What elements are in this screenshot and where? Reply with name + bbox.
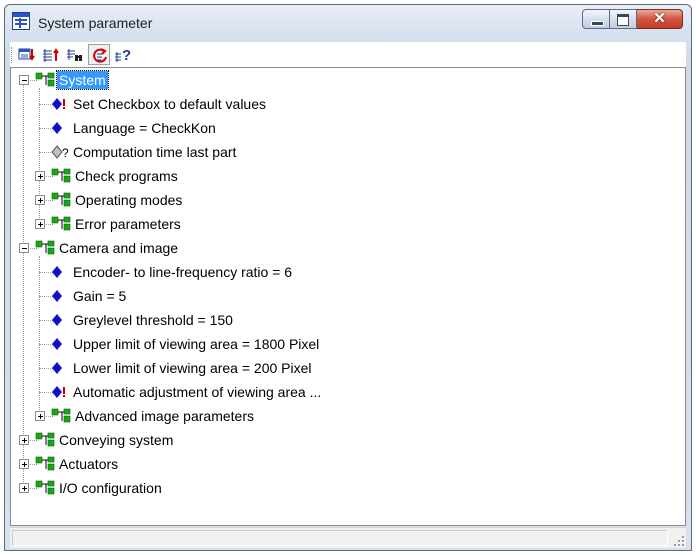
parameter-node-icon bbox=[51, 336, 73, 357]
save-to-device-icon bbox=[18, 48, 35, 61]
reset-icon bbox=[93, 48, 107, 63]
minimize-button[interactable] bbox=[582, 9, 610, 29]
tree-item-label[interactable]: Check programs bbox=[73, 167, 180, 185]
folder-node-icon bbox=[51, 192, 73, 213]
parameter-node-icon bbox=[51, 288, 73, 309]
tree-item-label[interactable]: System bbox=[56, 70, 109, 90]
tree-item-label[interactable]: Greylevel threshold = 150 bbox=[71, 311, 235, 329]
svg-text:?: ? bbox=[122, 47, 131, 64]
tree-item-conveying-system[interactable]: Conveying system bbox=[11, 428, 681, 452]
resize-grip[interactable] bbox=[672, 534, 684, 546]
tree-item-check-programs[interactable]: Check programs bbox=[11, 164, 681, 188]
tree-item-lower-limit-of-viewing-area-200-pixel[interactable]: Lower limit of viewing area = 200 Pixel bbox=[11, 356, 681, 380]
upload-button[interactable] bbox=[40, 44, 62, 65]
folder-node-icon bbox=[35, 72, 57, 93]
help-icon: ? bbox=[115, 47, 131, 64]
close-icon: ✕ bbox=[653, 10, 666, 27]
svg-text:?: ? bbox=[62, 146, 69, 160]
folder-node-icon bbox=[51, 216, 73, 237]
save-to-device-button[interactable] bbox=[16, 44, 38, 65]
tree-item-label[interactable]: Actuators bbox=[57, 455, 120, 473]
tree-item-camera-and-image[interactable]: Camera and image bbox=[11, 236, 681, 260]
toolbar-grip[interactable] bbox=[11, 47, 15, 63]
tree-item-gain-5[interactable]: Gain = 5 bbox=[11, 284, 681, 308]
app-icon[interactable] bbox=[12, 12, 30, 30]
folder-node-icon bbox=[35, 432, 57, 453]
status-bar bbox=[10, 527, 686, 548]
expand-toggle[interactable] bbox=[19, 483, 29, 493]
tree-item-label[interactable]: Computation time last part bbox=[71, 143, 238, 161]
find-icon bbox=[67, 49, 82, 61]
tree-item-label[interactable]: Encoder- to line-frequency ratio = 6 bbox=[71, 263, 294, 281]
tree-item-i-o-configuration[interactable]: I/O configuration bbox=[11, 476, 681, 500]
tree-item-greylevel-threshold-150[interactable]: Greylevel threshold = 150 bbox=[11, 308, 681, 332]
maximize-button[interactable] bbox=[610, 9, 637, 29]
parameter-node-icon bbox=[51, 312, 73, 333]
title-bar[interactable]: System parameter ✕ bbox=[5, 5, 691, 41]
tree-item-error-parameters[interactable]: Error parameters bbox=[11, 212, 681, 236]
tree-item-label[interactable]: Advanced image parameters bbox=[73, 407, 256, 425]
tree-item-label[interactable]: Automatic adjustment of viewing area ... bbox=[71, 383, 323, 401]
tree-view[interactable]: System Set Checkbox to default values Lang… bbox=[10, 67, 686, 526]
tree-item-actuators[interactable]: Actuators bbox=[11, 452, 681, 476]
tree-item-upper-limit-of-viewing-area-1800-pixel[interactable]: Upper limit of viewing area = 1800 Pixel bbox=[11, 332, 681, 356]
tree-item-system[interactable]: System bbox=[11, 68, 681, 92]
folder-node-icon bbox=[35, 480, 57, 501]
tree-item-operating-modes[interactable]: Operating modes bbox=[11, 188, 681, 212]
folder-node-icon bbox=[51, 168, 73, 189]
folder-node-icon bbox=[35, 456, 57, 477]
tree-item-encoder-to-line-frequency-ratio-6[interactable]: Encoder- to line-frequency ratio = 6 bbox=[11, 260, 681, 284]
folder-node-icon bbox=[51, 408, 73, 429]
toolbar: ? bbox=[10, 42, 686, 68]
tree-item-language-checkkon[interactable]: Language = CheckKon bbox=[11, 116, 681, 140]
collapse-toggle[interactable] bbox=[19, 243, 29, 253]
upload-icon bbox=[43, 48, 59, 62]
expand-toggle[interactable] bbox=[35, 195, 45, 205]
expand-toggle[interactable] bbox=[35, 219, 45, 229]
tree-item-computation-time-last-part[interactable]: ? Computation time last part bbox=[11, 140, 681, 164]
tree-item-label[interactable]: Gain = 5 bbox=[71, 287, 128, 305]
expand-toggle[interactable] bbox=[35, 171, 45, 181]
parameter-node-icon bbox=[51, 360, 73, 381]
tree-item-label[interactable]: Upper limit of viewing area = 1800 Pixel bbox=[71, 335, 321, 353]
tree-item-label[interactable]: Lower limit of viewing area = 200 Pixel bbox=[71, 359, 314, 377]
tree-item-label[interactable]: Operating modes bbox=[73, 191, 184, 209]
tree-item-label[interactable]: Language = CheckKon bbox=[71, 119, 218, 137]
status-pane bbox=[12, 530, 668, 546]
folder-node-icon bbox=[35, 240, 57, 261]
reset-button[interactable] bbox=[88, 44, 110, 65]
expand-toggle[interactable] bbox=[19, 435, 29, 445]
window-title: System parameter bbox=[38, 15, 153, 31]
find-button[interactable] bbox=[64, 44, 86, 65]
help-button[interactable]: ? bbox=[112, 44, 134, 65]
expand-toggle[interactable] bbox=[35, 411, 45, 421]
action-node-icon bbox=[51, 96, 73, 117]
parameter-node-icon bbox=[51, 120, 73, 141]
expand-toggle[interactable] bbox=[19, 459, 29, 469]
maximize-icon bbox=[617, 14, 629, 26]
tree-item-advanced-image-parameters[interactable]: Advanced image parameters bbox=[11, 404, 681, 428]
collapse-toggle[interactable] bbox=[19, 75, 29, 85]
close-button[interactable]: ✕ bbox=[637, 9, 683, 29]
tree-item-automatic-adjustment-of-viewing-area[interactable]: Automatic adjustment of viewing area ... bbox=[11, 380, 681, 404]
tree-item-set-checkbox-to-default-values[interactable]: Set Checkbox to default values bbox=[11, 92, 681, 116]
tree-item-label[interactable]: I/O configuration bbox=[57, 479, 164, 497]
system-parameter-window: System parameter ✕ ? System Set Checkbox… bbox=[4, 4, 692, 551]
tree-item-label[interactable]: Error parameters bbox=[73, 215, 183, 233]
tree-item-label[interactable]: Set Checkbox to default values bbox=[71, 95, 268, 113]
caption-buttons: ✕ bbox=[582, 9, 683, 31]
parameter-node-icon bbox=[51, 264, 73, 285]
tree-item-label[interactable]: Camera and image bbox=[57, 239, 180, 257]
readonly-node-icon: ? bbox=[51, 144, 73, 165]
tree-item-label[interactable]: Conveying system bbox=[57, 431, 175, 449]
minimize-icon bbox=[591, 21, 604, 26]
action-node-icon bbox=[51, 384, 73, 405]
